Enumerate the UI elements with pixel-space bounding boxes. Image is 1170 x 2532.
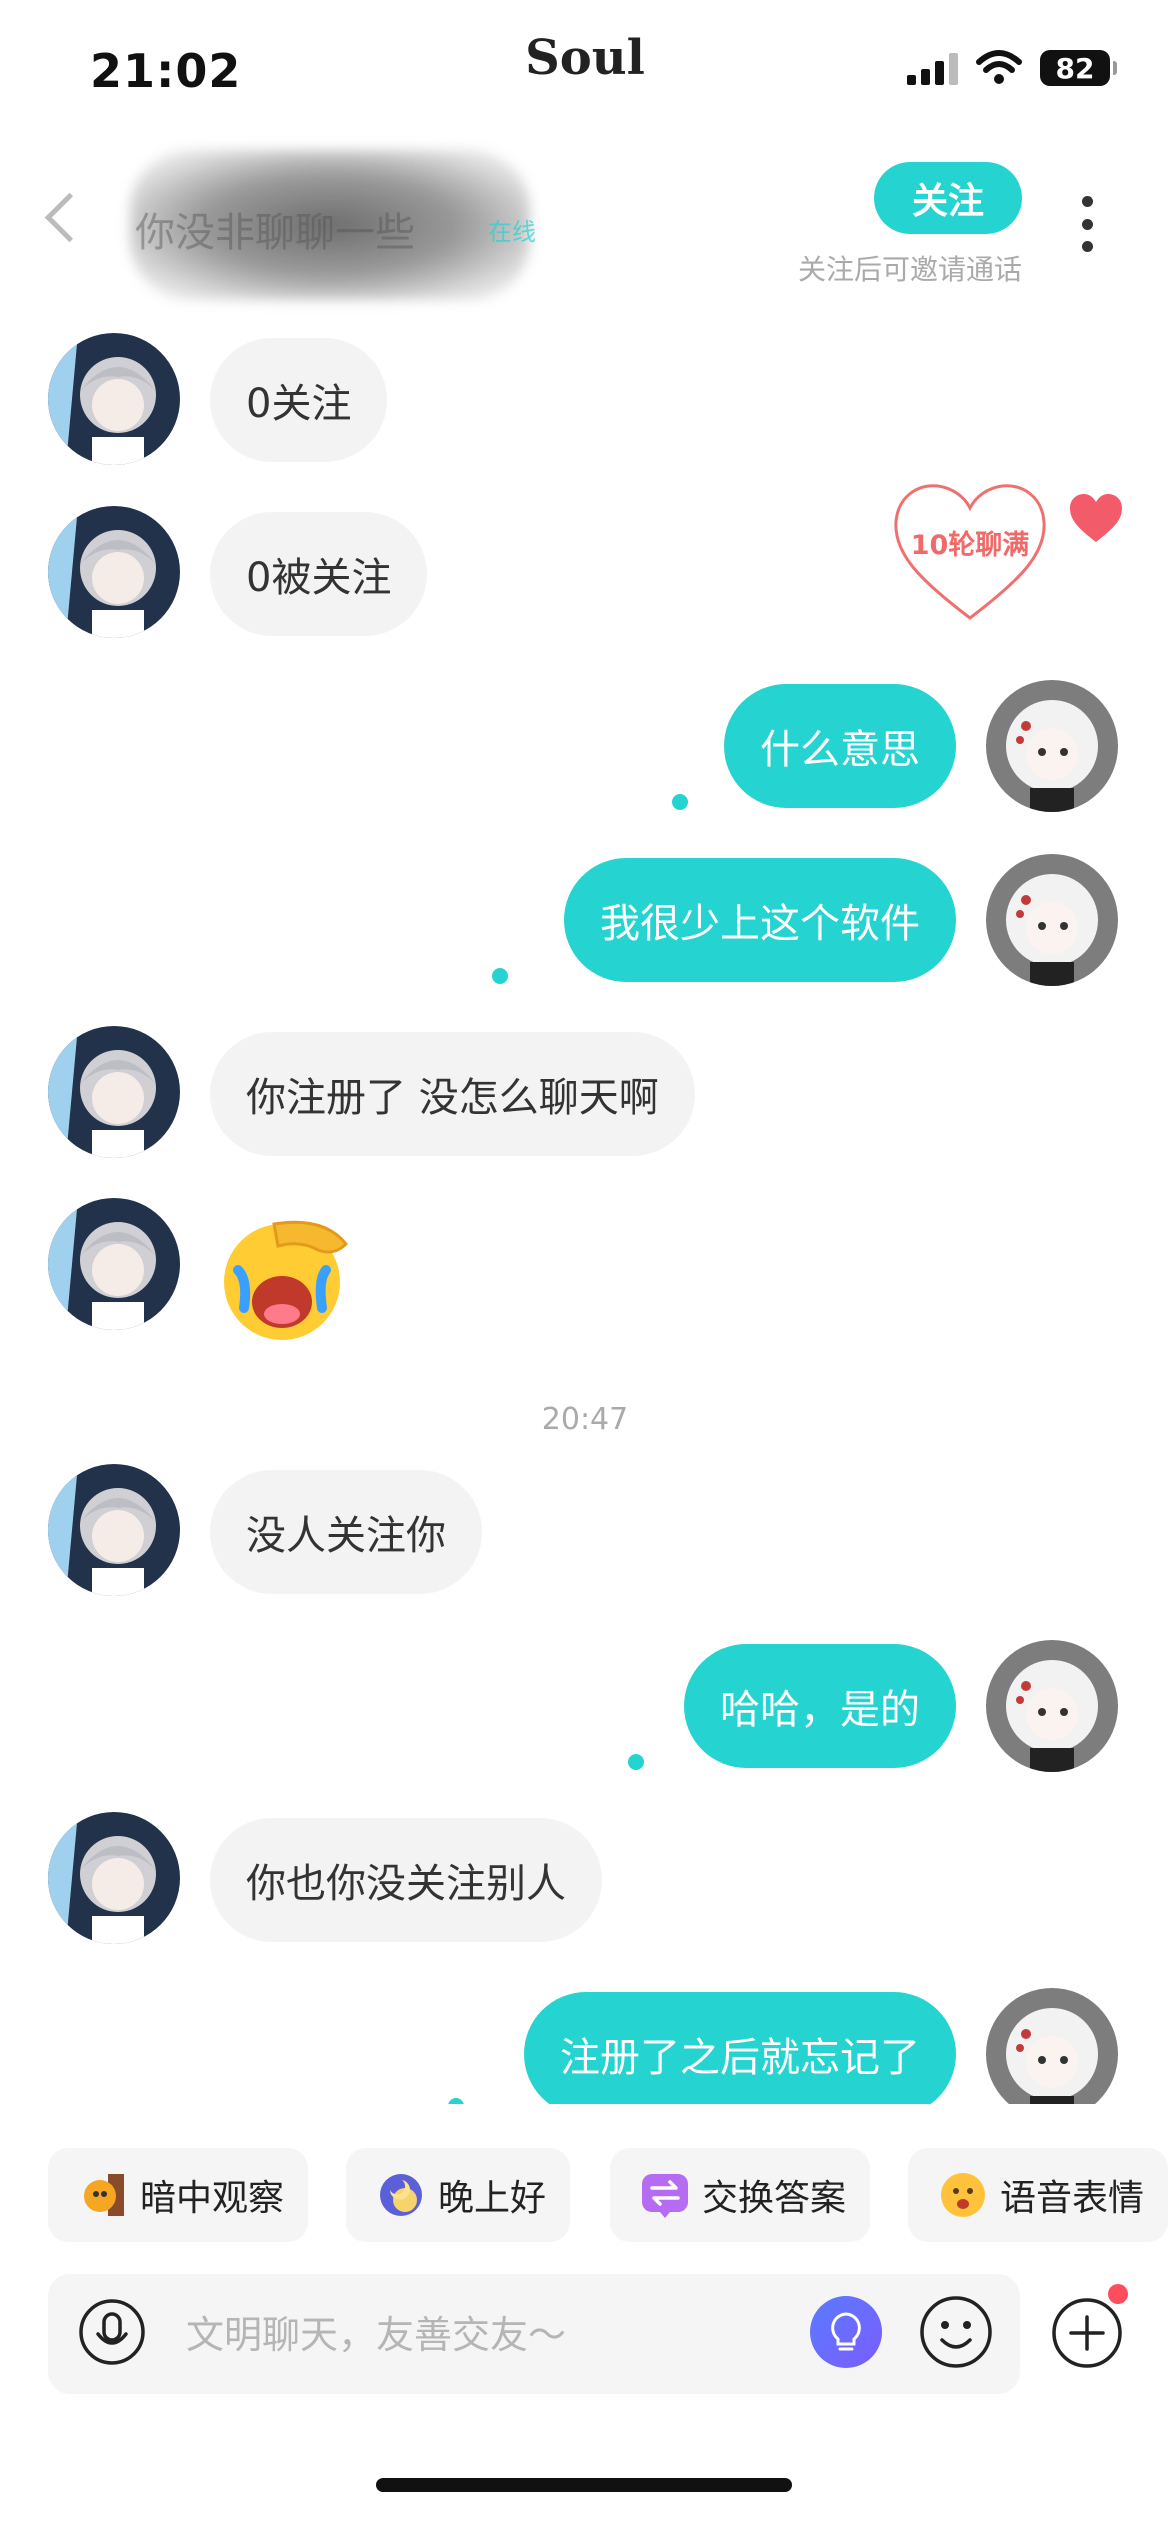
notification-dot bbox=[1108, 2284, 1128, 2304]
contact-avatar[interactable] bbox=[48, 1812, 180, 1944]
contact-avatar[interactable] bbox=[48, 506, 180, 638]
follow-hint-text: 关注后可邀请通话 bbox=[797, 253, 1022, 286]
quick-reply-label: 晚上好 bbox=[438, 2178, 547, 2219]
follow-button[interactable]: 关注 bbox=[874, 162, 1022, 234]
exchange-icon bbox=[642, 2174, 688, 2218]
crying-face-emoji-sticker[interactable] bbox=[214, 1210, 358, 1346]
quick-reply-peek[interactable]: 暗中观察 bbox=[48, 2148, 309, 2242]
voice-emoji-icon bbox=[941, 2173, 985, 2217]
read-indicator-dot bbox=[672, 794, 688, 810]
message-incoming[interactable]: 你注册了 没怎么聊天啊 bbox=[210, 1032, 695, 1156]
read-indicator-dot bbox=[448, 2098, 464, 2104]
battery-indicator: 82 bbox=[1040, 50, 1117, 86]
cellular-signal-icon bbox=[907, 51, 958, 85]
emoji-picker-icon[interactable] bbox=[918, 2294, 994, 2370]
contact-avatar[interactable] bbox=[48, 333, 180, 465]
microphone-icon[interactable] bbox=[78, 2298, 146, 2366]
quick-reply-exchange-answers[interactable]: 交换答案 bbox=[610, 2148, 871, 2242]
message-incoming[interactable]: 你也你没关注别人 bbox=[210, 1818, 602, 1942]
quick-reply-label: 语音表情 bbox=[1000, 2178, 1145, 2219]
heart-icon[interactable] bbox=[1068, 492, 1124, 544]
online-status: 在线 bbox=[488, 218, 536, 246]
read-indicator-dot bbox=[492, 968, 508, 984]
contact-avatar[interactable] bbox=[48, 1198, 180, 1330]
message-outgoing[interactable]: 我很少上这个软件 bbox=[564, 858, 956, 982]
contact-avatar[interactable] bbox=[48, 1464, 180, 1596]
peeking-cat-icon bbox=[84, 2174, 124, 2216]
message-timestamp: 20:47 bbox=[541, 1402, 629, 1437]
quick-reply-voice-emoji[interactable]: 语音表情 bbox=[908, 2148, 1169, 2242]
read-indicator-dot bbox=[628, 1754, 644, 1770]
contact-nickname[interactable]: 你没非聊聊一些 bbox=[135, 200, 415, 258]
contact-avatar[interactable] bbox=[48, 1026, 180, 1158]
add-attachment-icon[interactable] bbox=[1050, 2296, 1124, 2370]
quick-reply-label: 暗中观察 bbox=[140, 2178, 285, 2219]
message-outgoing[interactable]: 什么意思 bbox=[724, 684, 956, 808]
my-avatar[interactable] bbox=[986, 680, 1118, 812]
message-input[interactable] bbox=[184, 2302, 788, 2368]
intimacy-badge-label: 10轮聊满 bbox=[910, 530, 1030, 561]
my-avatar[interactable] bbox=[986, 1640, 1118, 1772]
message-incoming[interactable]: 没人关注你 bbox=[210, 1470, 482, 1594]
more-options-icon[interactable] bbox=[1082, 196, 1094, 252]
back-chevron-icon[interactable] bbox=[44, 192, 95, 243]
quick-reply-label: 交换答案 bbox=[702, 2178, 847, 2219]
home-indicator bbox=[376, 2478, 792, 2492]
ai-assistant-button[interactable] bbox=[810, 2296, 882, 2368]
message-incoming[interactable]: 0被关注 bbox=[210, 512, 428, 636]
moon-icon bbox=[380, 2174, 422, 2216]
message-list-clip: 注册了之后就忘记了 bbox=[0, 1980, 1170, 2104]
my-avatar[interactable] bbox=[986, 854, 1118, 986]
message-outgoing[interactable]: 注册了之后就忘记了 bbox=[524, 1992, 956, 2104]
quick-reply-good-evening[interactable]: 晚上好 bbox=[346, 2148, 571, 2242]
message-outgoing[interactable]: 哈哈，是的 bbox=[684, 1644, 956, 1768]
message-incoming[interactable]: 0关注 bbox=[210, 338, 388, 462]
my-avatar[interactable] bbox=[986, 1988, 1118, 2104]
status-icons: 82 bbox=[907, 50, 1117, 86]
wifi-icon bbox=[976, 50, 1022, 84]
ai-bulb-icon bbox=[831, 2312, 861, 2351]
